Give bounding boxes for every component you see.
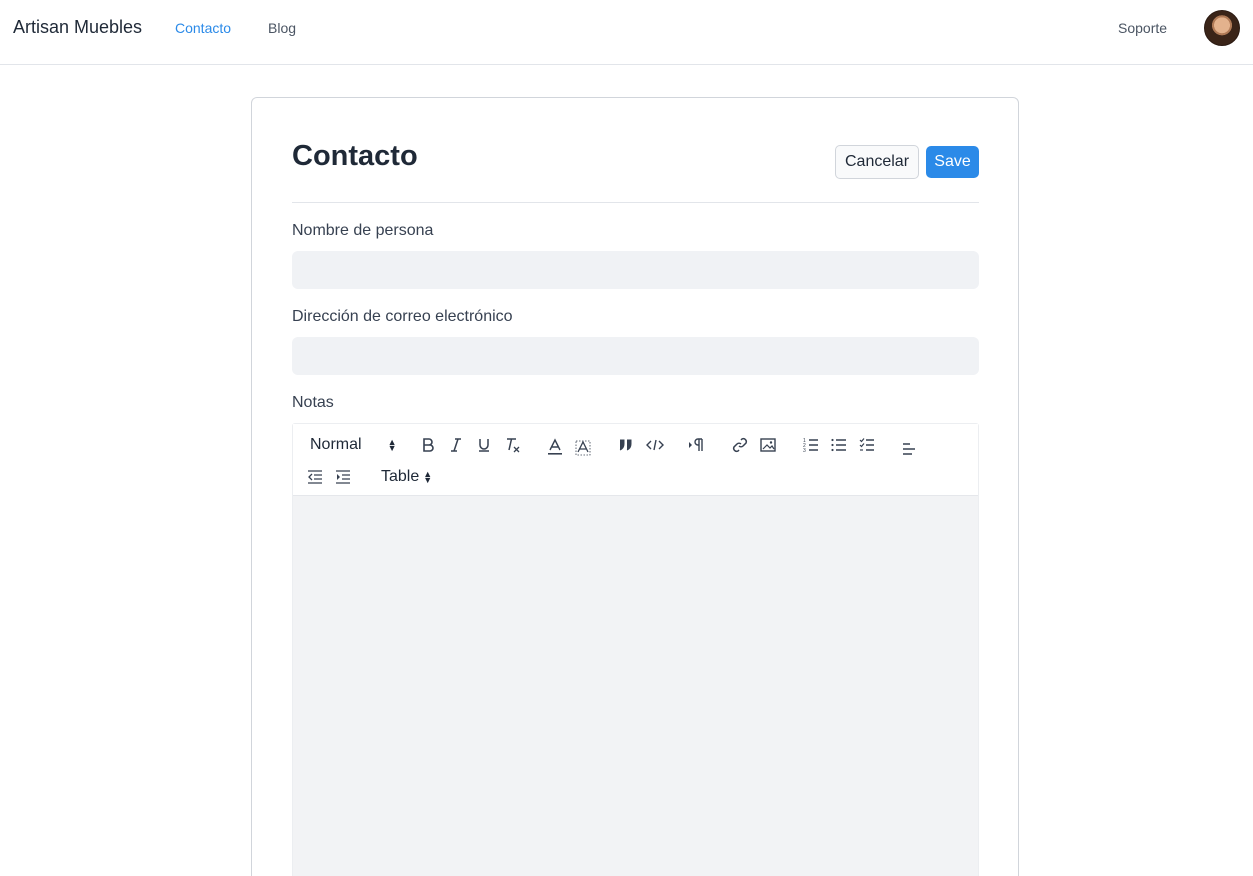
cancel-button[interactable]: Cancelar: [835, 145, 919, 179]
notes-field-label: Notas: [292, 394, 334, 411]
user-avatar[interactable]: [1204, 10, 1240, 46]
name-field-label: Nombre de persona: [292, 222, 434, 239]
paragraph-direction-icon[interactable]: [686, 435, 708, 455]
contact-form-card: Contacto Cancelar Save Nombre de persona…: [251, 97, 1019, 876]
nav-link-contacto[interactable]: Contacto: [175, 20, 231, 36]
nav-link-blog[interactable]: Blog: [268, 20, 296, 36]
italic-icon[interactable]: [446, 435, 466, 455]
checklist-icon[interactable]: [857, 435, 877, 455]
link-icon[interactable]: [730, 435, 750, 455]
select-arrows-icon: ▲ ▼: [423, 469, 433, 485]
outdent-icon[interactable]: [305, 467, 325, 487]
code-icon[interactable]: [644, 435, 666, 455]
indent-icon[interactable]: [333, 467, 353, 487]
select-arrows-icon: ▲ ▼: [387, 437, 397, 453]
table-select[interactable]: Table ▲ ▼: [381, 467, 432, 487]
ordered-list-icon[interactable]: 123: [801, 435, 821, 455]
svg-text:3: 3: [803, 448, 806, 453]
header-divider: [292, 202, 979, 203]
heading-select-value: Normal: [310, 436, 362, 453]
name-input[interactable]: [292, 251, 979, 289]
text-color-icon[interactable]: [545, 436, 565, 458]
image-icon[interactable]: [758, 435, 778, 455]
top-navbar: Artisan Muebles Contacto Blog Soporte: [0, 0, 1253, 65]
highlight-color-icon[interactable]: [573, 436, 593, 458]
brand-name[interactable]: Artisan Muebles: [13, 17, 142, 38]
page-title: Contacto: [292, 140, 418, 172]
heading-select[interactable]: Normal ▲ ▼: [310, 435, 396, 455]
bold-icon[interactable]: [418, 435, 438, 455]
underline-icon[interactable]: [474, 435, 494, 455]
notes-rich-text-editor: Normal ▲ ▼ 1 2 3 Table ▲ ▼: [292, 423, 979, 876]
blockquote-icon[interactable]: [616, 435, 636, 455]
save-button[interactable]: Save: [926, 146, 979, 178]
editor-toolbar: Normal ▲ ▼ 1 2 3 Table ▲ ▼: [293, 424, 978, 496]
table-select-value: Table: [381, 468, 420, 485]
email-input[interactable]: [292, 337, 979, 375]
email-field-label: Dirección de correo electrónico: [292, 308, 513, 325]
align-left-icon[interactable]: [899, 438, 919, 458]
bullet-list-icon[interactable]: [829, 435, 849, 455]
nav-link-soporte[interactable]: Soporte: [1118, 20, 1167, 36]
notes-editor-area[interactable]: [293, 496, 978, 876]
clear-format-icon[interactable]: [502, 435, 524, 455]
